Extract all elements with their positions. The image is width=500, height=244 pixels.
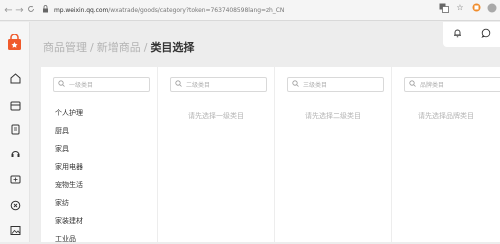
page-title: 类目选择 [150, 41, 195, 54]
order-icon[interactable] [9, 124, 21, 136]
search-icon [175, 80, 184, 89]
browser-actions: ☆ [439, 3, 497, 13]
search-placeholder: 二级类目 [186, 82, 211, 89]
search-icon [292, 80, 301, 89]
reload-button[interactable] [25, 0, 36, 21]
breadcrumb-separator: / [90, 41, 94, 54]
profile-icon[interactable] [487, 3, 497, 13]
breadcrumb-separator: / [143, 41, 148, 54]
search-placeholder: 品牌类目 [420, 82, 445, 89]
list-item[interactable]: 个人护理 [55, 108, 83, 118]
finance-icon[interactable] [9, 174, 21, 186]
list-item[interactable]: 家纺 [55, 198, 69, 208]
category-selector-panel: 一级类目 个人护理 厨具 家具 家用电器 宠物生活 家纺 家装建材 工业品 二级… [41, 67, 500, 244]
search-input-level3[interactable]: 三级类目 [287, 77, 384, 92]
back-button[interactable]: ← [3, 0, 14, 21]
category-column-level3: 三级类目 请先选择二级类目 [275, 67, 392, 242]
service-icon[interactable] [9, 148, 21, 160]
settings-icon[interactable] [9, 200, 21, 212]
extension-icon[interactable] [471, 3, 481, 13]
list-item[interactable]: 家装建材 [55, 216, 83, 226]
empty-hint: 请先选择一级类目 [188, 112, 244, 120]
search-input-level2[interactable]: 二级类目 [170, 77, 267, 92]
shop-icon[interactable] [9, 100, 21, 112]
search-placeholder: 一级类目 [69, 82, 94, 89]
list-item[interactable]: 工业品 [55, 234, 76, 244]
search-placeholder: 三级类目 [303, 82, 328, 89]
lock-icon [42, 5, 51, 15]
sidebar [0, 22, 30, 242]
home-icon[interactable] [9, 73, 21, 85]
reload-icon [27, 5, 34, 12]
main-content: 商品管理 / 新增商品 / 类目选择 一级类目 个人护理 厨具 家具 家用电器 宠物生活… [30, 22, 500, 244]
shop-logo-icon[interactable] [7, 33, 22, 51]
message-icon[interactable] [480, 28, 491, 41]
category-column-level1: 一级类目 个人护理 厨具 家具 家用电器 宠物生活 家纺 家装建材 工业品 [41, 67, 158, 244]
list-item[interactable]: 家具 [55, 144, 69, 154]
translate-icon[interactable] [439, 3, 449, 13]
address-bar[interactable]: mp.weixin.qq.com/wxatrade/goods/category… [42, 3, 284, 18]
empty-hint: 请先选择二级类目 [305, 112, 361, 120]
browser-toolbar: ← → mp.weixin.qq.com/wxatrade/goods/cate… [0, 0, 500, 21]
search-icon [58, 80, 67, 89]
category-column-brand: 品牌类目 请先选择品牌类目 [392, 67, 500, 242]
header-actions [443, 22, 500, 47]
url-text: mp.weixin.qq.com/wxatrade/goods/category… [54, 6, 285, 14]
bell-icon[interactable] [453, 28, 462, 41]
category-column-level2: 二级类目 请先选择一级类目 [158, 67, 275, 242]
star-icon[interactable]: ☆ [455, 3, 465, 13]
forward-button[interactable]: → [14, 0, 25, 21]
breadcrumb-item-goods-management[interactable]: 商品管理 [43, 41, 87, 54]
list-item[interactable]: 家用电器 [55, 162, 83, 172]
breadcrumb: 商品管理 / 新增商品 / 类目选择 [43, 39, 194, 55]
search-input-level1[interactable]: 一级类目 [53, 77, 150, 92]
image-icon[interactable] [9, 225, 21, 237]
search-icon [409, 80, 418, 89]
search-input-brand[interactable]: 品牌类目 [404, 77, 500, 92]
breadcrumb-item-new-goods[interactable]: 新增商品 [97, 41, 141, 54]
list-item[interactable]: 宠物生活 [55, 180, 83, 190]
empty-hint: 请先选择品牌类目 [418, 112, 474, 120]
list-item[interactable]: 厨具 [55, 126, 69, 136]
